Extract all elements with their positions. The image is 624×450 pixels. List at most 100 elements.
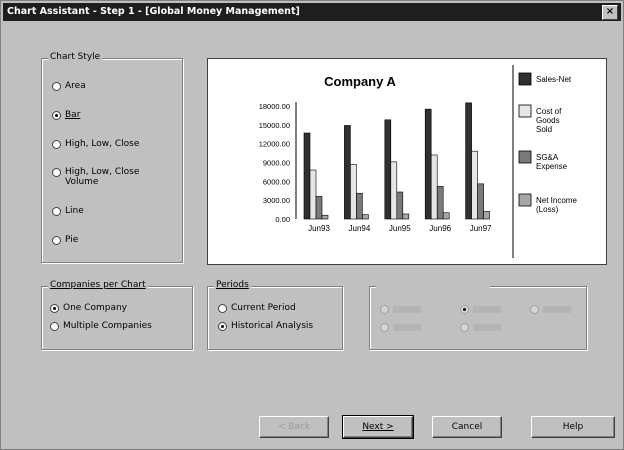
bar-4 <box>321 214 329 220</box>
radio-dot-selected <box>50 304 59 313</box>
chart-title: Company A <box>324 74 396 89</box>
radio-dot <box>52 140 61 149</box>
next-button[interactable]: Next > <box>342 415 414 439</box>
chart-svg: Company A 18000.00 15000.00 12000.00 9000.0… <box>259 65 577 258</box>
radio-label: High, Low, Close Volume <box>65 167 140 187</box>
legend-swatch <box>518 72 532 86</box>
bar-3 <box>356 192 363 220</box>
disabled-radio-1[interactable] <box>380 304 421 314</box>
bar-2 <box>350 164 357 220</box>
radio-label <box>393 324 421 331</box>
radio-dot <box>380 323 389 332</box>
radio-dot <box>50 322 59 331</box>
chart-style-pie-radio[interactable]: Pie <box>52 235 78 245</box>
close-icon[interactable]: × <box>602 5 618 20</box>
x-tick-label: Jun94 <box>349 224 371 233</box>
bar-4 <box>402 213 410 220</box>
bar-3 <box>436 186 444 220</box>
radio-dot-selected <box>460 305 469 314</box>
radio-label <box>473 324 501 331</box>
radio-label <box>393 306 421 313</box>
y-tick-label: 18000.00 <box>259 102 290 111</box>
cancel-button[interactable]: Cancel <box>432 416 502 438</box>
historical-analysis-radio[interactable]: Historical Analysis <box>218 321 313 331</box>
disabled-radio-2[interactable] <box>460 304 501 314</box>
bar-4 <box>483 211 490 220</box>
chart-preview: Company A 18000.00 15000.00 12000.00 9000.0… <box>207 58 607 265</box>
disabled-radio-5[interactable] <box>460 322 501 332</box>
window-title: Chart Assistant - Step 1 - [Global Money… <box>7 6 300 17</box>
radio-label <box>473 306 501 313</box>
y-tick-label: 6000.00 <box>263 177 290 186</box>
x-tick-label: Jun96 <box>429 224 451 233</box>
bar-1 <box>303 132 311 220</box>
x-tick-label: Jun93 <box>308 224 330 233</box>
companies-per-chart-group: Companies per Chart One Company Multiple… <box>41 280 193 350</box>
companies-per-chart-label: Companies per Chart <box>48 280 148 290</box>
legend-swatch <box>518 104 532 118</box>
radio-dot <box>52 168 61 177</box>
one-company-radio[interactable]: One Company <box>50 303 127 313</box>
x-tick-label: Jun95 <box>389 224 411 233</box>
bar-3 <box>477 183 484 220</box>
y-tick-label: 15000.00 <box>259 121 290 130</box>
chart-style-line-radio[interactable]: Line <box>52 206 84 216</box>
legend-label: Cost of Goods Sold <box>536 107 562 134</box>
bar-2 <box>390 161 398 220</box>
legend-label: SG&A Expense <box>536 153 568 171</box>
legend-swatch <box>518 193 532 207</box>
radio-label: One Company <box>63 303 128 313</box>
disabled-radio-3[interactable] <box>530 304 571 314</box>
chart-style-hlcv-radio[interactable]: High, Low, Close Volume <box>52 167 167 187</box>
bar-1 <box>424 108 432 220</box>
radio-dot <box>380 305 389 314</box>
help-button[interactable]: Help <box>531 416 615 438</box>
legend-label: Net Income (Loss) <box>536 196 577 214</box>
back-button[interactable]: < Back <box>259 416 329 438</box>
chart-style-group: Chart Style Area Bar High, Low, Close Hi… <box>41 52 183 263</box>
title-bar: Chart Assistant - Step 1 - [Global Money… <box>3 3 621 21</box>
radio-label: Line <box>65 206 84 216</box>
current-period-radio[interactable]: Current Period <box>218 303 296 313</box>
next-button-label: Next > <box>362 422 394 432</box>
radio-dot-selected <box>52 111 61 120</box>
bar-2 <box>471 150 478 220</box>
disabled-options-group <box>369 280 587 350</box>
radio-dot <box>52 207 61 216</box>
bar-4 <box>362 214 369 220</box>
x-tick-label: Jun97 <box>470 224 492 233</box>
bar-3 <box>315 196 323 220</box>
multiple-companies-radio[interactable]: Multiple Companies <box>50 321 152 331</box>
chart-style-label: Chart Style <box>48 52 103 62</box>
radio-dot <box>52 82 61 91</box>
radio-label: High, Low, Close <box>65 139 140 149</box>
disabled-radio-4[interactable] <box>380 322 421 332</box>
radio-label: Area <box>65 81 86 91</box>
legend-swatch <box>518 150 532 164</box>
legend-label: Sales-Net <box>536 75 572 84</box>
radio-label: Historical Analysis <box>231 321 314 331</box>
periods-group: Periods Current Period Historical Analys… <box>207 280 343 350</box>
y-tick-label: 0.00 <box>275 215 290 224</box>
chart-style-bar-radio[interactable]: Bar <box>52 110 80 120</box>
radio-dot <box>52 236 61 245</box>
radio-label <box>543 306 571 313</box>
chart-style-hlc-radio[interactable]: High, Low, Close <box>52 139 139 149</box>
radio-label: Multiple Companies <box>63 321 152 331</box>
bar-1 <box>465 102 472 220</box>
bar-2 <box>430 154 438 220</box>
radio-label: Bar <box>65 110 81 120</box>
y-tick-label: 12000.00 <box>259 140 290 149</box>
chart-assistant-window: Chart Assistant - Step 1 - [Global Money… <box>0 0 624 450</box>
bar-1 <box>384 119 392 220</box>
bar-4 <box>442 212 450 220</box>
radio-label: Pie <box>65 235 79 245</box>
radio-dot <box>218 304 227 313</box>
radio-dot <box>460 323 469 332</box>
bar-3 <box>396 191 404 220</box>
disabled-group-label <box>376 280 490 289</box>
chart-style-area-radio[interactable]: Area <box>52 81 86 91</box>
radio-label: Current Period <box>231 303 296 313</box>
bar-2 <box>309 169 317 220</box>
radio-dot-selected <box>218 322 227 331</box>
